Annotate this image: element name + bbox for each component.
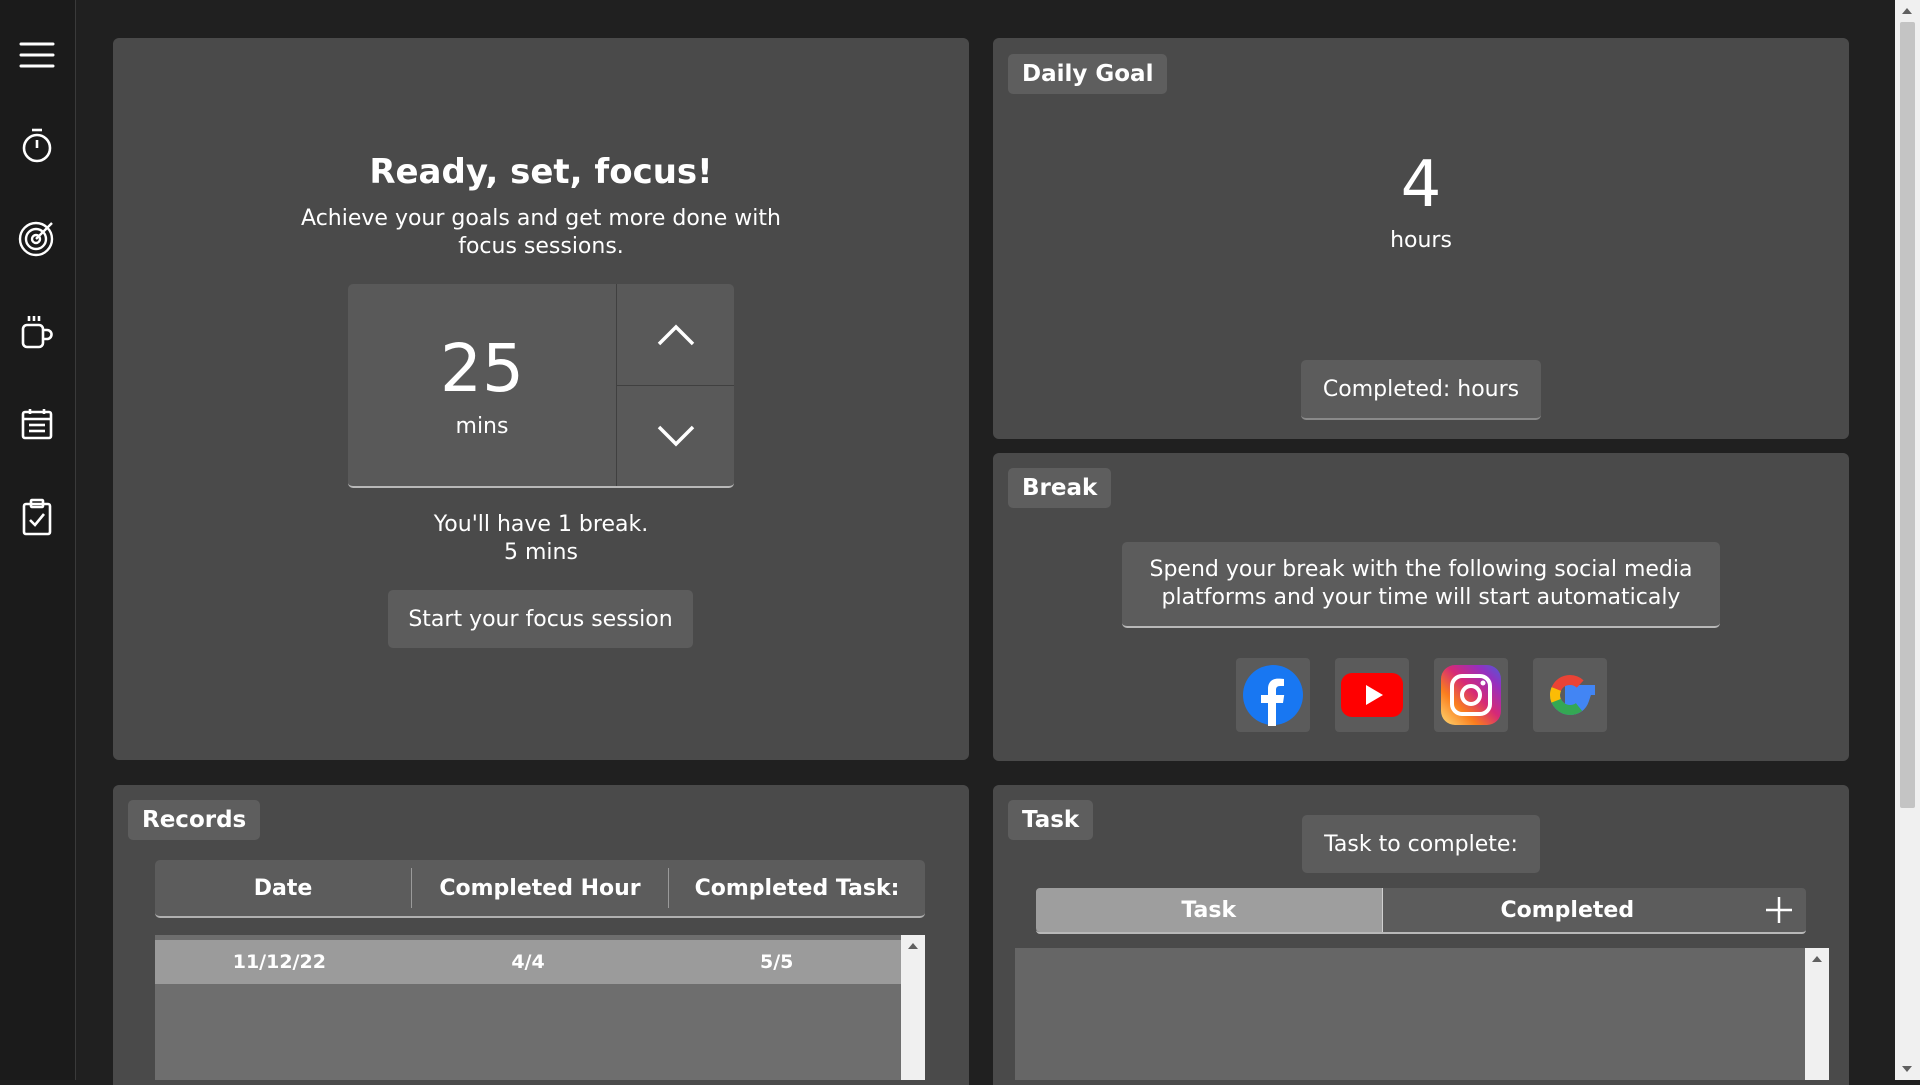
task-tabs: Task Completed <box>1036 888 1806 934</box>
table-row[interactable]: 11/12/22 4/4 5/5 <box>155 940 901 984</box>
target-icon[interactable] <box>14 215 60 261</box>
add-task-button[interactable] <box>1752 888 1806 932</box>
break-message: Spend your break with the following soci… <box>1122 542 1720 628</box>
focus-subtitle-line1: Achieve your goals and get more done wit… <box>301 206 781 231</box>
page-scroll-down-icon[interactable] <box>1902 1066 1912 1072</box>
tab-completed[interactable]: Completed <box>1383 888 1753 932</box>
decrement-button[interactable] <box>617 386 734 486</box>
google-icon <box>1549 674 1595 716</box>
task-list-scrollbar[interactable] <box>1805 948 1829 1080</box>
records-table-header: Date Completed Hour Completed Task: <box>155 860 925 918</box>
minutes-unit: mins <box>455 414 509 439</box>
break-message-line2: platforms and your time will start autom… <box>1161 585 1681 610</box>
increment-button[interactable] <box>617 284 734 386</box>
daily-goal-unit: hours <box>1390 228 1452 253</box>
break-message-line1: Spend your break with the following soci… <box>1149 557 1693 582</box>
plus-icon <box>1766 897 1793 923</box>
records-table-body: 11/12/22 4/4 5/5 <box>155 935 901 1080</box>
tab-task[interactable]: Task <box>1036 888 1383 932</box>
column-date[interactable]: Date <box>155 868 412 908</box>
minutes-stepper[interactable]: 25 mins <box>348 284 734 488</box>
calendar-icon[interactable] <box>14 401 60 447</box>
chevron-up-icon <box>657 324 694 345</box>
task-list <box>1015 948 1805 1080</box>
break-panel: Break Spend your break with the followin… <box>993 453 1849 761</box>
chevron-down-icon <box>657 425 694 447</box>
break-info-line1: You'll have 1 break. <box>433 512 649 537</box>
google-button[interactable] <box>1533 658 1607 732</box>
task-to-complete-button[interactable]: Task to complete: <box>1302 815 1540 873</box>
focus-panel: Ready, set, focus! Achieve your goals an… <box>113 38 969 760</box>
facebook-icon <box>1243 665 1303 726</box>
facebook-button[interactable] <box>1236 658 1310 732</box>
records-tag: Records <box>128 800 261 840</box>
minutes-value: 25 <box>440 330 524 407</box>
instagram-button[interactable] <box>1434 658 1508 732</box>
task-scroll-up-icon[interactable] <box>1812 956 1822 962</box>
task-tag: Task <box>1008 800 1094 840</box>
row-hours: 4/4 <box>511 951 545 973</box>
page-scroll-thumb[interactable] <box>1900 22 1915 808</box>
youtube-icon <box>1341 673 1403 717</box>
menu-icon[interactable] <box>14 32 60 78</box>
row-date: 11/12/22 <box>232 951 326 973</box>
daily-goal-value: 4 <box>1400 148 1442 222</box>
completed-hours-button[interactable]: Completed: hours <box>1301 360 1541 420</box>
daily-goal-tag: Daily Goal <box>1008 54 1168 94</box>
minutes-display: 25 mins <box>348 284 617 486</box>
sidebar <box>0 0 76 1080</box>
focus-title: Ready, set, focus! <box>369 152 713 192</box>
timer-icon[interactable] <box>14 122 60 168</box>
column-completed-task[interactable]: Completed Task: <box>669 868 925 908</box>
page-scroll-up-icon[interactable] <box>1902 8 1912 14</box>
daily-goal-panel: Daily Goal 4 hours Completed: hours <box>993 38 1849 439</box>
break-info-line2: 5 mins <box>504 540 578 565</box>
coffee-icon[interactable] <box>14 309 60 355</box>
focus-subtitle-line2: focus sessions. <box>458 234 624 259</box>
row-tasks: 5/5 <box>759 951 794 973</box>
break-tag: Break <box>1008 468 1112 508</box>
column-completed-hour[interactable]: Completed Hour <box>412 868 669 908</box>
records-scroll-up-icon[interactable] <box>908 943 918 949</box>
youtube-button[interactable] <box>1335 658 1409 732</box>
records-scrollbar[interactable] <box>901 935 925 1080</box>
page-scrollbar[interactable] <box>1895 0 1920 1080</box>
start-focus-button[interactable]: Start your focus session <box>388 590 693 648</box>
instagram-icon <box>1441 665 1501 725</box>
clipboard-check-icon[interactable] <box>14 494 60 540</box>
